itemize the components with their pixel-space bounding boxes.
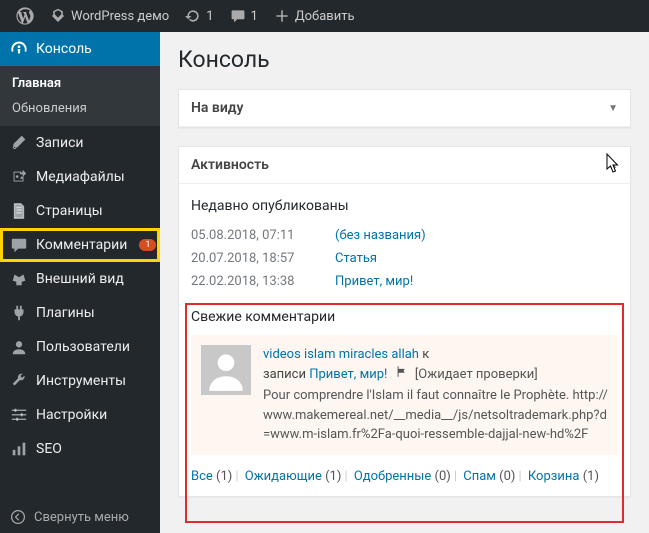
menu-users[interactable]: Пользователи	[0, 330, 160, 364]
filter-all[interactable]: Все	[191, 469, 213, 484]
menu-settings[interactable]: Настройки	[0, 398, 160, 432]
activity-box: Активность▲ Недавно опубликованы 05.08.2…	[178, 146, 631, 497]
admin-sidebar: Консоль Главная Обновления Записи Медиаф…	[0, 32, 160, 533]
main-content: Консоль На виду▼ Активность▲ Недавно опу…	[160, 32, 649, 533]
admin-topbar: WordPress демо 1 1 Добавить	[0, 0, 649, 32]
post-title-link[interactable]: (без названия)	[335, 228, 426, 243]
post-date: 05.08.2018, 07:11	[191, 228, 311, 243]
comments-link[interactable]: 1	[222, 0, 266, 32]
comment-post-link[interactable]: Привет, мир!	[309, 367, 387, 382]
menu-console[interactable]: Консоль	[0, 32, 160, 66]
menu-appearance[interactable]: Внешний вид	[0, 262, 160, 296]
chevron-up-icon: ▲	[608, 160, 618, 171]
chevron-down-icon: ▼	[608, 103, 618, 114]
comment-filters: Все (1)| Ожидающие (1)| Одобренные (0)| …	[191, 469, 618, 484]
menu-seo[interactable]: SEO	[0, 432, 160, 466]
add-new-link[interactable]: Добавить	[266, 0, 363, 32]
menu-posts[interactable]: Записи	[0, 126, 160, 160]
glance-box: На виду▼	[178, 89, 631, 128]
page-title: Консоль	[178, 46, 631, 73]
filter-trash[interactable]: Корзина	[528, 469, 580, 484]
post-title-link[interactable]: Привет, мир!	[335, 274, 413, 289]
filter-approved[interactable]: Одобренные	[354, 469, 431, 484]
submenu-console: Главная Обновления	[0, 66, 160, 126]
recent-post-row: 20.07.2018, 18:57 Статья	[191, 247, 618, 270]
menu-plugins[interactable]: Плагины	[0, 296, 160, 330]
avatar	[201, 345, 251, 395]
filter-pending[interactable]: Ожидающие	[245, 469, 322, 484]
comment-author-link[interactable]: videos islam miracles allah	[263, 347, 419, 362]
submenu-home[interactable]: Главная	[0, 71, 160, 96]
pending-label: [Ожидает проверки]	[415, 367, 538, 382]
menu-pages[interactable]: Страницы	[0, 194, 160, 228]
recent-post-row: 05.08.2018, 07:11 (без названия)	[191, 224, 618, 247]
submenu-updates[interactable]: Обновления	[0, 96, 160, 121]
recent-published-heading: Недавно опубликованы	[191, 198, 618, 214]
wp-logo[interactable]	[8, 0, 42, 32]
flag-icon	[395, 365, 408, 385]
glance-header[interactable]: На виду▼	[179, 90, 630, 127]
comment-item: videos islam miracles allah к записи При…	[191, 335, 618, 455]
recent-comments-heading: Свежие комментарии	[191, 309, 618, 325]
comments-badge: 1	[139, 239, 156, 251]
menu-tools[interactable]: Инструменты	[0, 364, 160, 398]
post-date: 22.02.2018, 13:38	[191, 274, 311, 289]
menu-media[interactable]: Медиафайлы	[0, 160, 160, 194]
comment-excerpt: Pour comprendre l'Islam il faut connaîtr…	[263, 386, 608, 445]
collapse-menu[interactable]: Свернуть меню	[0, 501, 160, 533]
site-name-link[interactable]: WordPress демо	[42, 0, 177, 32]
recent-posts-list: 05.08.2018, 07:11 (без названия) 20.07.20…	[191, 224, 618, 293]
filter-spam[interactable]: Спам	[463, 469, 496, 484]
post-date: 20.07.2018, 18:57	[191, 251, 311, 266]
activity-header[interactable]: Активность▲	[179, 147, 630, 184]
post-title-link[interactable]: Статья	[335, 251, 377, 266]
recent-post-row: 22.02.2018, 13:38 Привет, мир!	[191, 270, 618, 293]
updates-link[interactable]: 1	[177, 0, 221, 32]
menu-comments[interactable]: Комментарии1	[0, 228, 160, 262]
